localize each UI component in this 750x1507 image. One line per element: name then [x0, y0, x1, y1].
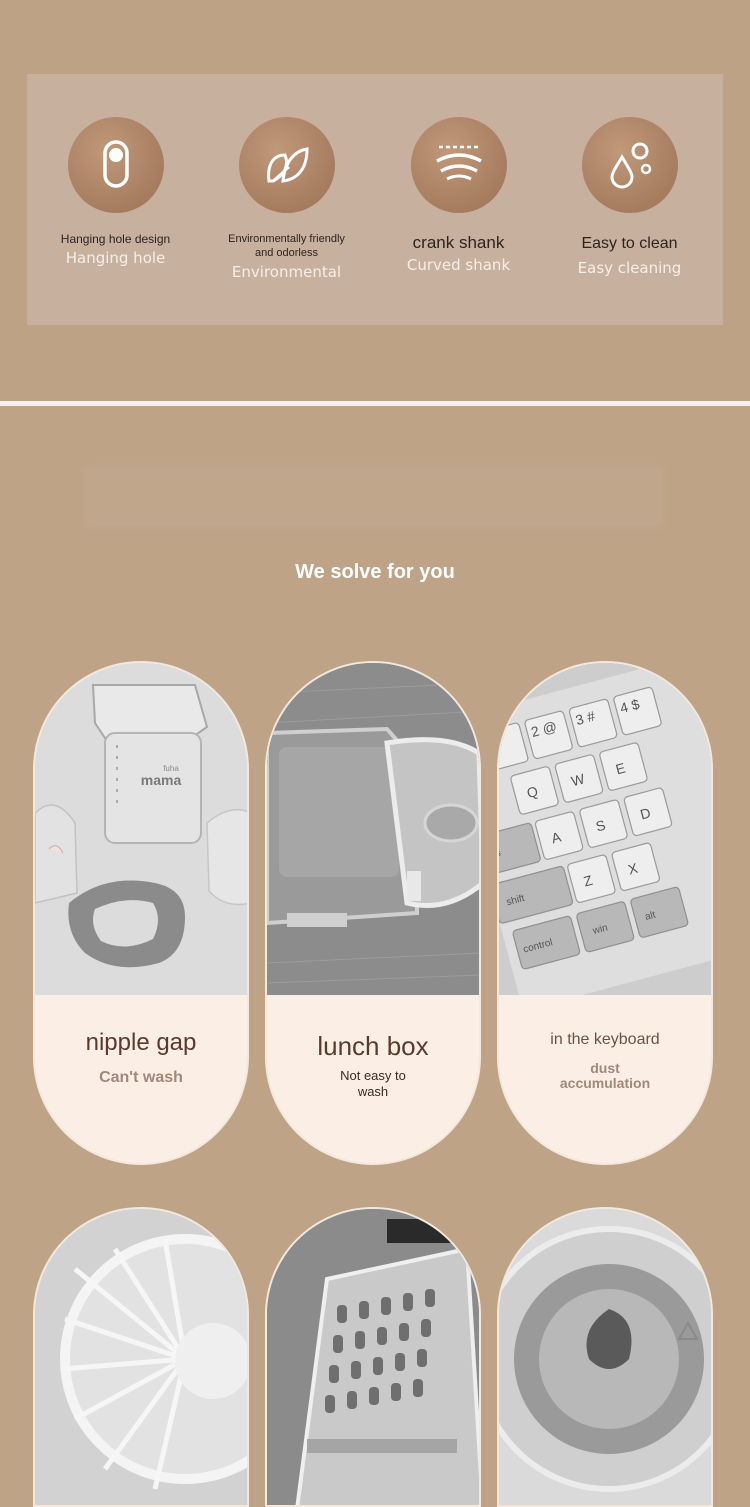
bottle-brand: mama: [141, 772, 182, 788]
feature-easy-clean: Easy to clean Easy cleaning: [544, 117, 715, 277]
card-grater: [265, 1207, 481, 1507]
curved-shank-icon: [410, 117, 507, 213]
feature-label: Environmentally friendly and odorless: [228, 233, 345, 259]
card-keyboard: 1 ! 2 @ 3 # 4 $ Q W E A S D Z X caps shi…: [497, 661, 713, 1165]
card-title: nipple gap: [85, 1029, 197, 1056]
bottle-brand-small: fuha: [163, 764, 179, 773]
card-subtitle: Not easy to wash: [340, 1068, 406, 1099]
card-title: in the keyboard: [550, 1031, 660, 1048]
card-nipple-gap: mama fuha nipple gap Can't wash: [33, 661, 249, 1165]
headline: We solve for you: [295, 561, 455, 583]
card-fan: [33, 1207, 249, 1507]
feature-hanging-hole: Hanging hole design Hanging hole: [30, 117, 201, 267]
fan-photo: [35, 1209, 247, 1505]
card-caption: lunch box Not easy to wash: [267, 995, 479, 1163]
baby-bottle-photo: mama fuha: [35, 663, 247, 995]
feature-label: Easy to clean: [581, 235, 678, 252]
card-title: lunch box: [317, 1031, 429, 1061]
feature-curved-shank: crank shank Curved shank: [373, 117, 544, 274]
card-bottle-cap: [497, 1207, 713, 1507]
card-lunch-box: lunch box Not easy to wash: [265, 661, 481, 1165]
feature-label: crank shank: [412, 233, 505, 252]
card-subtitle: dust accumulation: [559, 1060, 651, 1091]
feature-sub: Hanging hole: [65, 249, 166, 267]
feature-environmental: Environmentally friendly and odorless En…: [201, 117, 372, 281]
feature-sub: Easy cleaning: [577, 259, 682, 277]
grater-photo: [267, 1209, 479, 1505]
keyboard-photo: 1 ! 2 @ 3 # 4 $ Q W E A S D Z X caps shi…: [499, 663, 711, 995]
lunch-box-photo: [267, 663, 479, 995]
card-caption: in the keyboard dust accumulation: [499, 995, 711, 1163]
leaf-icon: [238, 117, 335, 213]
feature-label: Hanging hole design: [60, 232, 171, 246]
bottle-cap-photo: [499, 1209, 711, 1505]
water-drop-icon: [581, 117, 678, 213]
card-caption: nipple gap Can't wash: [35, 995, 247, 1163]
hanging-hole-icon: [67, 117, 164, 213]
blurred-title: [84, 466, 664, 528]
card-subtitle: Can't wash: [99, 1069, 183, 1086]
feature-sub: Curved shank: [406, 256, 511, 274]
feature-sub: Environmental: [231, 263, 342, 281]
